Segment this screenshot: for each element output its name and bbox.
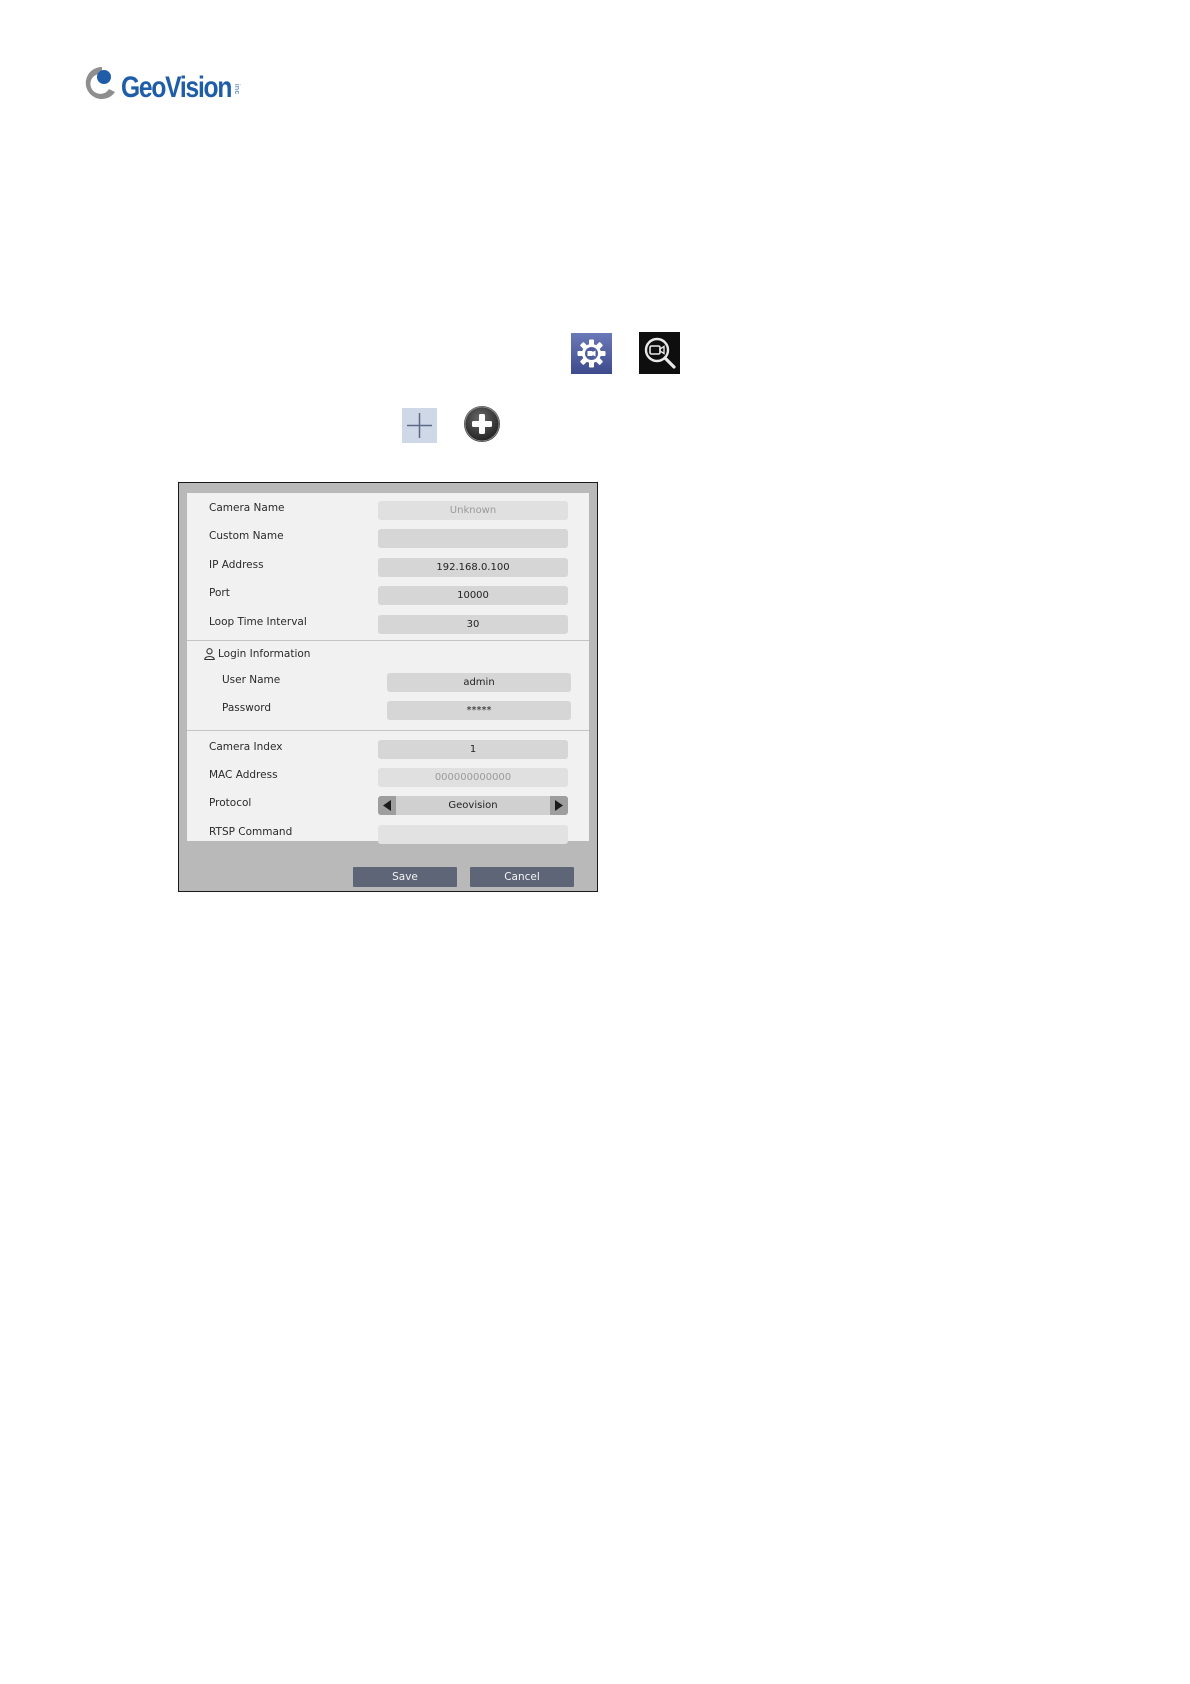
protocol-label: Protocol (209, 797, 252, 809)
camera-settings-dialog: Camera Name Unknown Custom Name IP Addre… (178, 482, 598, 892)
field-row-camera-index: Camera Index 1 (187, 738, 589, 764)
field-row-camera-name: Camera Name Unknown (187, 499, 589, 525)
rtsp-command-label: RTSP Command (209, 826, 293, 838)
loop-time-interval-input[interactable]: 30 (378, 615, 568, 634)
logo-inc-suffix: inc (233, 84, 240, 95)
triangle-right-icon (555, 800, 563, 811)
camera-name-label: Camera Name (209, 502, 285, 514)
rtsp-command-input[interactable] (378, 825, 568, 844)
triangle-left-icon (383, 800, 391, 811)
cancel-button[interactable]: Cancel (470, 867, 574, 887)
port-label: Port (209, 587, 230, 599)
ip-address-input[interactable]: 192.168.0.100 (378, 558, 568, 577)
ip-address-label: IP Address (209, 559, 264, 571)
field-row-loop-time-interval: Loop Time Interval 30 (187, 613, 589, 639)
user-name-input[interactable]: admin (387, 673, 571, 692)
dialog-form-panel: Camera Name Unknown Custom Name IP Addre… (187, 493, 589, 844)
custom-name-label: Custom Name (209, 530, 284, 542)
mac-address-field: 000000000000 (378, 768, 568, 787)
mac-address-label: MAC Address (209, 769, 278, 781)
logo-wordmark: GeoVision (121, 71, 232, 104)
protocol-prev-button[interactable] (378, 796, 396, 815)
field-row-user-name: User Name admin (187, 671, 589, 697)
login-information-label: Login Information (218, 648, 311, 660)
camera-index-input[interactable]: 1 (378, 740, 568, 759)
field-row-mac-address: MAC Address 000000000000 (187, 766, 589, 792)
custom-name-input[interactable] (378, 529, 568, 548)
loop-time-interval-label: Loop Time Interval (209, 616, 307, 628)
geovision-logo-mark-icon (85, 66, 115, 99)
protocol-value: Geovision (448, 800, 498, 811)
port-input[interactable]: 10000 (378, 586, 568, 605)
password-label: Password (222, 702, 272, 714)
protocol-selector[interactable]: Geovision (378, 796, 568, 815)
protocol-next-button[interactable] (550, 796, 568, 815)
field-row-rtsp-command: RTSP Command (187, 823, 589, 849)
field-row-protocol: Protocol Geovision (187, 794, 589, 820)
save-button[interactable]: Save (353, 867, 457, 887)
settings-gear-icon[interactable] (571, 333, 612, 374)
user-name-label: User Name (222, 674, 281, 686)
field-row-password: Password ***** (187, 699, 589, 725)
plus-icon[interactable] (402, 408, 437, 443)
login-information-heading: Login Information (204, 648, 310, 664)
section-divider (187, 730, 589, 731)
camera-index-label: Camera Index (209, 741, 283, 753)
field-row-port: Port 10000 (187, 584, 589, 610)
field-row-custom-name: Custom Name (187, 527, 589, 553)
plus-circle-icon[interactable] (463, 405, 501, 443)
password-input[interactable]: ***** (387, 701, 571, 720)
field-row-ip-address: IP Address 192.168.0.100 (187, 556, 589, 582)
user-icon (204, 648, 215, 660)
camera-name-field: Unknown (378, 501, 568, 520)
camera-search-icon[interactable] (639, 332, 680, 374)
section-divider (187, 640, 589, 641)
